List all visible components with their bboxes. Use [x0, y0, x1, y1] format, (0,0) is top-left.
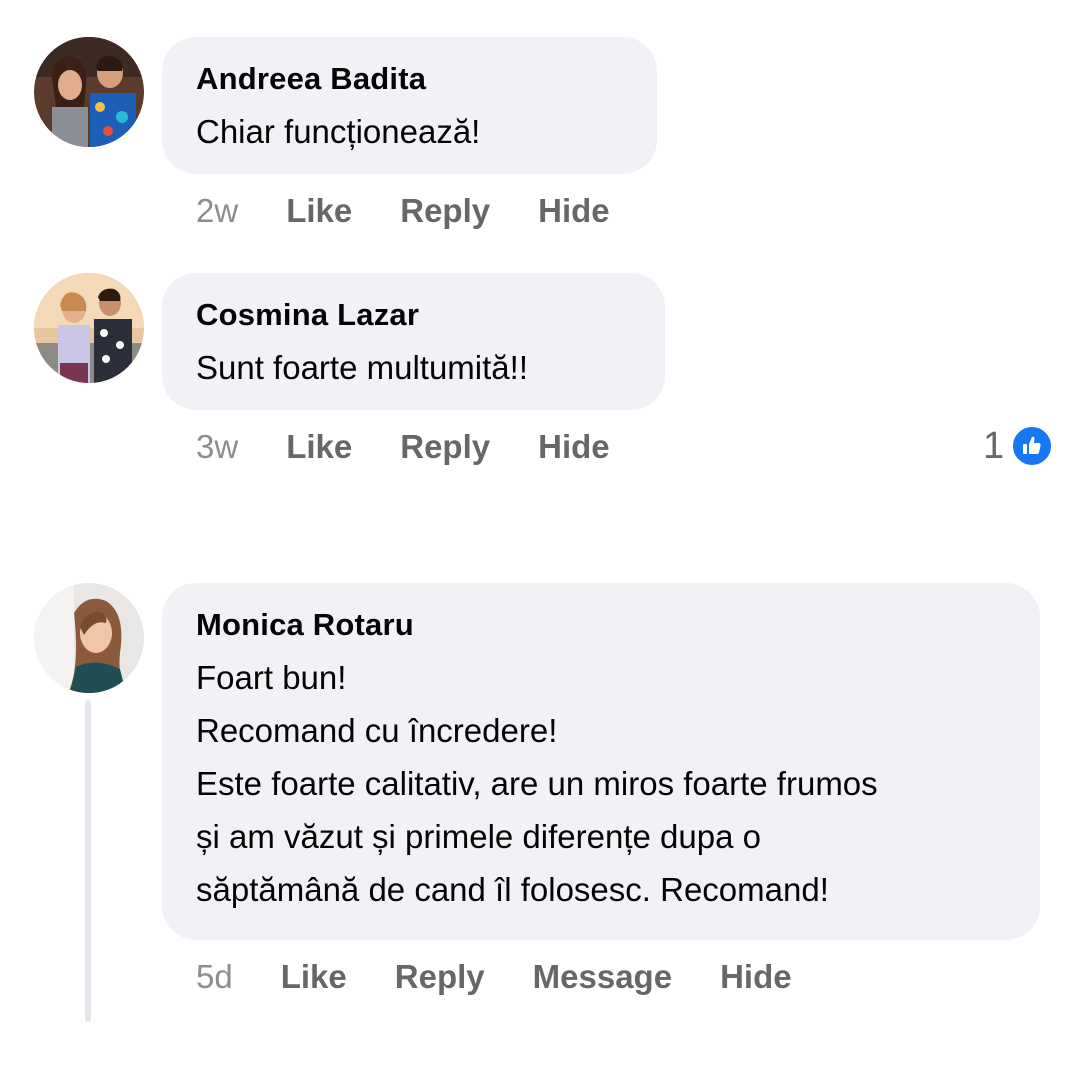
comment-time[interactable]: 5d: [196, 958, 233, 996]
avatar-monica-rotaru[interactable]: [34, 583, 144, 693]
avatar-cosmina-lazar[interactable]: [34, 273, 144, 383]
comment-text-line: Recomand cu încredere!: [196, 712, 558, 749]
comment-text-line: Foart bun!: [196, 659, 347, 696]
comment-bubble: Cosmina Lazar Sunt foarte multumită!!: [162, 273, 665, 410]
comment-actions: 2w Like Reply Hide: [196, 192, 658, 230]
hide-button[interactable]: Hide: [720, 958, 792, 996]
comment-author[interactable]: Andreea Badita: [196, 61, 623, 97]
reply-button[interactable]: Reply: [395, 958, 485, 996]
comment-text-line: Este foarte calitativ, are un miros foar…: [196, 765, 878, 802]
message-button[interactable]: Message: [533, 958, 672, 996]
comment-time[interactable]: 3w: [196, 428, 238, 466]
comment-text-line: săptămână de cand îl folosesc. Recomand!: [196, 871, 829, 908]
like-button[interactable]: Like: [286, 428, 352, 466]
hide-button[interactable]: Hide: [538, 428, 610, 466]
reaction-count: 1: [983, 424, 1005, 467]
comment-author[interactable]: Cosmina Lazar: [196, 297, 631, 333]
comment-bubble: Andreea Badita Chiar funcționează!: [162, 37, 657, 174]
comment-actions: 3w Like Reply Hide: [196, 428, 658, 466]
reply-button[interactable]: Reply: [400, 428, 490, 466]
comment-text: Sunt foarte multumită!!: [196, 349, 528, 386]
like-button[interactable]: Like: [281, 958, 347, 996]
comment-text: Foart bun! Recomand cu încredere! Este f…: [196, 651, 1006, 916]
thumbs-up-icon: [1010, 424, 1055, 468]
reply-thread-line: [85, 700, 91, 1022]
like-button[interactable]: Like: [286, 192, 352, 230]
comment-bubble: Monica Rotaru Foart bun! Recomand cu înc…: [162, 583, 1040, 940]
reply-button[interactable]: Reply: [400, 192, 490, 230]
hide-button[interactable]: Hide: [538, 192, 610, 230]
comment-text-line: și am văzut și primele diferențe dupa o: [196, 818, 761, 855]
comment-author[interactable]: Monica Rotaru: [196, 607, 1006, 643]
reaction-summary[interactable]: 1: [983, 424, 1055, 468]
comment-text: Chiar funcționează!: [196, 113, 481, 150]
comment-time[interactable]: 2w: [196, 192, 238, 230]
avatar-andreea-badita[interactable]: [34, 37, 144, 147]
comment-actions: 5d Like Reply Message Hide: [196, 958, 840, 996]
